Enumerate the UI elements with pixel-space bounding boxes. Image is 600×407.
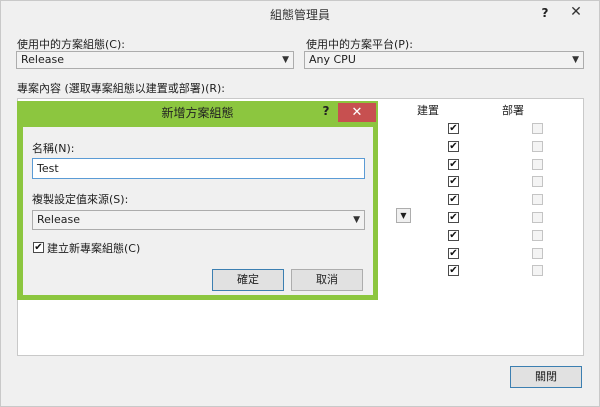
checkmark-icon: ✔ [449,194,458,206]
chevron-down-icon: ▼ [400,211,407,220]
chevron-down-icon: ▼ [572,55,579,65]
copy-from-value: Release [37,213,80,226]
build-checkbox[interactable]: ✔ [448,158,459,170]
solution-config-value: Release [21,53,64,66]
project-contexts-label: 專案內容 (選取專案組態以建置或部署)(R): [17,82,226,95]
solution-platform-value: Any CPU [309,53,356,66]
deploy-checkbox [532,212,543,223]
checkmark-icon: ✔ [449,158,458,170]
solution-config-select[interactable]: Release ▼ [16,51,294,69]
create-project-config-label: 建立新專案組態(C) [47,242,141,255]
close-window-button[interactable]: ✕ [555,2,597,22]
ok-button[interactable]: 確定 [212,269,284,291]
checkmark-icon: ✔ [449,212,458,223]
chevron-down-icon: ▼ [282,55,289,65]
solution-platform-label: 使用中的方案平台(P): [306,38,413,51]
column-header-deploy: 部署 [502,104,524,117]
name-label: 名稱(N): [32,142,75,155]
close-button[interactable]: 關閉 [510,366,582,388]
cancel-button[interactable]: 取消 [291,269,363,291]
deploy-checkbox [532,194,543,206]
build-checkbox[interactable]: ✔ [448,194,459,206]
dialog-help-button[interactable]: ? [316,104,336,122]
checkmark-icon: ✔ [449,229,458,241]
create-project-config-checkbox[interactable]: ✔ [33,242,44,253]
checkmark-icon: ✔ [34,242,43,253]
build-checkbox[interactable]: ✔ [448,140,459,152]
deploy-checkbox [532,265,543,277]
deploy-checkbox [532,158,543,170]
copy-from-label: 複製設定值來源(S): [32,193,129,206]
deploy-checkbox [532,140,543,152]
build-checkbox[interactable]: ✔ [448,247,459,259]
deploy-checkbox [532,176,543,188]
row-dropdown-button[interactable]: ▼ [396,208,411,223]
chevron-down-icon: ▼ [353,215,360,225]
deploy-checkbox [532,229,543,241]
checkmark-icon: ✔ [449,265,458,277]
build-checkbox[interactable]: ✔ [448,265,459,277]
deploy-checkbox [532,247,543,259]
deploy-checkbox [532,123,543,134]
checkmark-icon: ✔ [449,247,458,259]
solution-config-label: 使用中的方案組態(C): [17,38,125,51]
help-button[interactable]: ? [535,3,555,23]
build-checkbox[interactable]: ✔ [448,229,459,241]
checkmark-icon: ✔ [449,140,458,152]
window-title: 組態管理員 [269,8,330,22]
build-checkbox[interactable]: ✔ [448,212,459,223]
solution-platform-select[interactable]: Any CPU ▼ [304,51,584,69]
build-checkbox[interactable]: ✔ [448,176,459,188]
copy-from-select[interactable]: Release ▼ [32,210,365,230]
column-header-build: 建置 [417,104,439,117]
name-input[interactable]: Test [32,158,365,179]
checkmark-icon: ✔ [449,176,458,188]
dialog-close-button[interactable]: ✕ [338,103,376,122]
build-checkbox[interactable]: ✔ [448,123,459,134]
checkmark-icon: ✔ [449,123,458,134]
